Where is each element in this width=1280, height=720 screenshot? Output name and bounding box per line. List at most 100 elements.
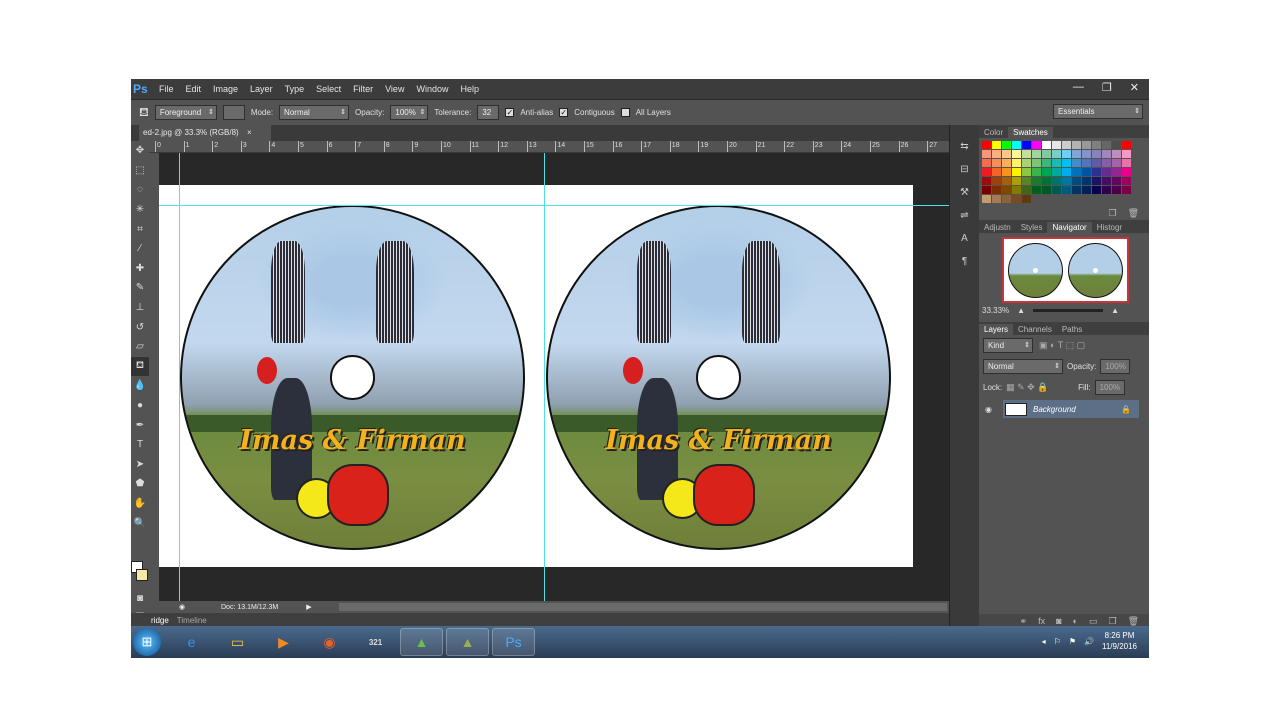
adjustment-layer-icon[interactable]: ◐ [1073, 616, 1078, 626]
color-swatch[interactable] [1012, 141, 1021, 149]
photoshop-icon[interactable]: Ps [492, 628, 535, 656]
color-swatch[interactable] [1122, 141, 1131, 149]
new-layer-icon[interactable]: ❐ [1108, 616, 1116, 627]
color-swatch[interactable] [1052, 159, 1061, 167]
color-swatch[interactable] [992, 150, 1001, 158]
color-swatch[interactable] [1082, 177, 1091, 185]
color-swatch[interactable] [1042, 177, 1051, 185]
color-swatch[interactable] [1032, 186, 1041, 194]
color-swatch[interactable] [1002, 168, 1011, 176]
color-swatch[interactable] [1052, 150, 1061, 158]
properties-icon[interactable]: ⊟ [950, 158, 979, 181]
color-swatch[interactable] [1032, 168, 1041, 176]
color-swatch[interactable] [1022, 168, 1031, 176]
filter-icons[interactable]: ▣ ◐ T ⬚ ▢ [1039, 340, 1085, 351]
color-swatch[interactable] [1052, 141, 1061, 149]
color-swatch[interactable] [1022, 159, 1031, 167]
color-swatch[interactable] [1102, 150, 1111, 158]
healing-brush-tool-icon[interactable]: ✚ [131, 259, 149, 279]
status-icon[interactable]: ◉ [179, 603, 191, 611]
color-swatch[interactable] [1042, 168, 1051, 176]
blend-mode-select[interactable]: Normal [983, 359, 1063, 374]
paint-bucket-tool-icon[interactable]: ⛾ [131, 356, 149, 377]
menu-window[interactable]: Window [410, 84, 454, 94]
color-swatch[interactable] [1062, 177, 1071, 185]
tab-histogram[interactable]: Histogr [1092, 222, 1127, 233]
marquee-tool-icon[interactable]: ⬚ [131, 161, 149, 181]
color-swatch[interactable] [1032, 141, 1041, 149]
color-swatch[interactable] [1122, 150, 1131, 158]
adjust-icon[interactable]: ⇌ [950, 204, 979, 227]
blur-tool-icon[interactable]: 💧 [131, 376, 149, 396]
color-swatch[interactable] [1092, 177, 1101, 185]
color-swatch[interactable] [992, 159, 1001, 167]
color-swatch[interactable] [1092, 159, 1101, 167]
color-swatch[interactable] [1112, 177, 1121, 185]
color-swatch[interactable] [1062, 159, 1071, 167]
color-swatch[interactable] [992, 195, 1001, 203]
clone-stamp-tool-icon[interactable]: ⊥ [131, 298, 149, 318]
navigator-preview[interactable] [1002, 237, 1129, 303]
color-swatch[interactable] [992, 141, 1001, 149]
color-swatch[interactable] [1082, 186, 1091, 194]
tab-adjustments[interactable]: Adjustn [979, 222, 1016, 233]
color-swatch[interactable] [982, 186, 991, 194]
paint-bucket-icon[interactable]: ⛾ [139, 105, 149, 121]
media-321-icon[interactable]: 321 [354, 628, 397, 656]
layer-background[interactable]: ◉ Background 🔒 [985, 400, 1139, 418]
color-swatch[interactable] [1072, 141, 1081, 149]
horizontal-scrollbar[interactable] [339, 603, 947, 611]
close-button[interactable]: ✕ [1130, 81, 1139, 94]
guide-vertical[interactable] [179, 153, 180, 601]
color-swatch[interactable] [1042, 150, 1051, 158]
pen-tool-icon[interactable]: ✒ [131, 415, 149, 435]
pattern-picker[interactable] [222, 105, 245, 120]
lasso-tool-icon[interactable]: ◌ [131, 180, 149, 200]
explorer-icon[interactable]: ▭ [216, 628, 259, 656]
add-mask-icon[interactable]: ◙ [1056, 616, 1061, 626]
app-green-icon[interactable]: ▲ [400, 628, 443, 656]
color-swatch[interactable] [1032, 159, 1041, 167]
menu-help[interactable]: Help [454, 84, 485, 94]
history-icon[interactable]: ⇆ [950, 135, 979, 158]
color-swatch[interactable] [1002, 195, 1011, 203]
all-layers-checkbox[interactable] [620, 108, 630, 117]
tray-expand-icon[interactable]: ◂ [1042, 637, 1046, 646]
move-tool-icon[interactable]: ✥ [131, 141, 149, 161]
color-swatch[interactable] [1082, 141, 1091, 149]
close-tab-icon[interactable]: × [247, 128, 252, 137]
character-icon[interactable]: A [950, 227, 979, 250]
tolerance-input[interactable]: 32 [477, 105, 500, 120]
color-swatch[interactable] [1022, 177, 1031, 185]
color-swatch[interactable] [1012, 159, 1021, 167]
color-swatch[interactable] [1102, 186, 1111, 194]
color-swatch[interactable] [1032, 177, 1041, 185]
group-icon[interactable]: ▭ [1089, 616, 1098, 627]
brush-presets-icon[interactable]: ⚒ [950, 181, 979, 204]
color-swatch[interactable] [1012, 195, 1021, 203]
delete-layer-icon[interactable]: 🗑 [1128, 616, 1139, 627]
media-player-icon[interactable]: ▶ [262, 628, 305, 656]
color-swatch[interactable] [1062, 186, 1071, 194]
dodge-tool-icon[interactable]: ● [131, 396, 149, 416]
doc-size-readout[interactable]: Doc: 13.1M/12.3M [191, 604, 278, 611]
color-swatch[interactable] [1002, 177, 1011, 185]
color-swatch[interactable] [1032, 150, 1041, 158]
color-swatch[interactable] [1112, 159, 1121, 167]
color-swatch[interactable] [1122, 177, 1131, 185]
color-swatch[interactable] [982, 141, 991, 149]
color-swatch[interactable] [1042, 186, 1051, 194]
menu-filter[interactable]: Filter [347, 84, 379, 94]
color-swatch[interactable] [1112, 141, 1121, 149]
color-swatch[interactable] [1122, 159, 1131, 167]
document-canvas[interactable]: Imas & Firman Imas & Firman [159, 185, 913, 567]
color-swatch[interactable] [1062, 168, 1071, 176]
contiguous-checkbox[interactable]: ✓ [559, 108, 569, 117]
color-swatch[interactable] [982, 168, 991, 176]
quick-mask-icon[interactable]: ◙ [131, 589, 149, 609]
tab-navigator[interactable]: Navigator [1047, 222, 1092, 233]
layer-filter-select[interactable]: Kind [983, 338, 1033, 353]
color-swatch[interactable] [1052, 168, 1061, 176]
color-swatch[interactable] [1072, 159, 1081, 167]
color-swatch[interactable] [1022, 141, 1031, 149]
